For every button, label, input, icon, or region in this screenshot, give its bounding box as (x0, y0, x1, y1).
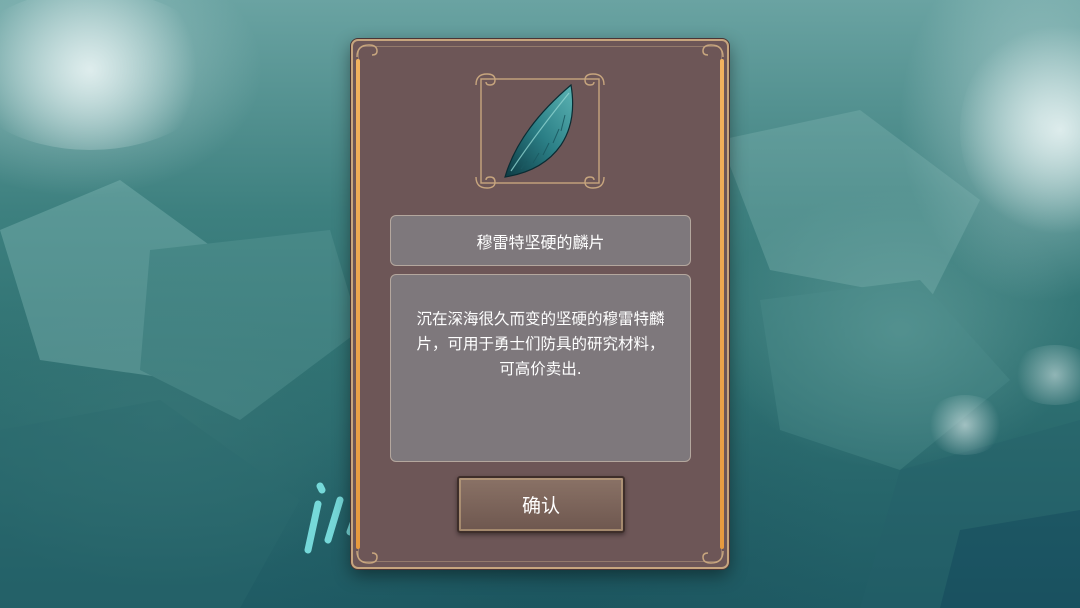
corner-ornament-icon (702, 44, 724, 58)
left-accent-bar (356, 59, 360, 549)
corner-ornament-icon (356, 550, 378, 564)
item-description-box: 沉在深海很久而变的坚硬的穆雷特麟片，可用于勇士们防具的研究材料，可高价卖出. (390, 274, 691, 462)
item-info-dialog: 穆雷特坚硬的麟片 沉在深海很久而变的坚硬的穆雷特麟片，可用于勇士们防具的研究材料… (351, 39, 729, 569)
item-name: 穆雷特坚硬的麟片 (476, 232, 605, 252)
corner-ornament-icon (356, 44, 378, 58)
fog-cloud (925, 395, 1005, 455)
right-accent-bar (720, 59, 724, 549)
item-name-box: 穆雷特坚硬的麟片 (390, 215, 691, 266)
scale-icon (504, 83, 574, 178)
corner-ornament-icon (702, 550, 724, 564)
confirm-button[interactable]: 确认 (457, 476, 625, 533)
game-scene: 穆雷特坚硬的麟片 沉在深海很久而变的坚硬的穆雷特麟片，可用于勇士们防具的研究材料… (0, 0, 1080, 608)
confirm-button-label: 确认 (521, 495, 560, 517)
item-icon-frame (475, 73, 605, 189)
item-description: 沉在深海很久而变的坚硬的穆雷特麟片，可用于勇士们防具的研究材料，可高价卖出. (416, 310, 665, 378)
